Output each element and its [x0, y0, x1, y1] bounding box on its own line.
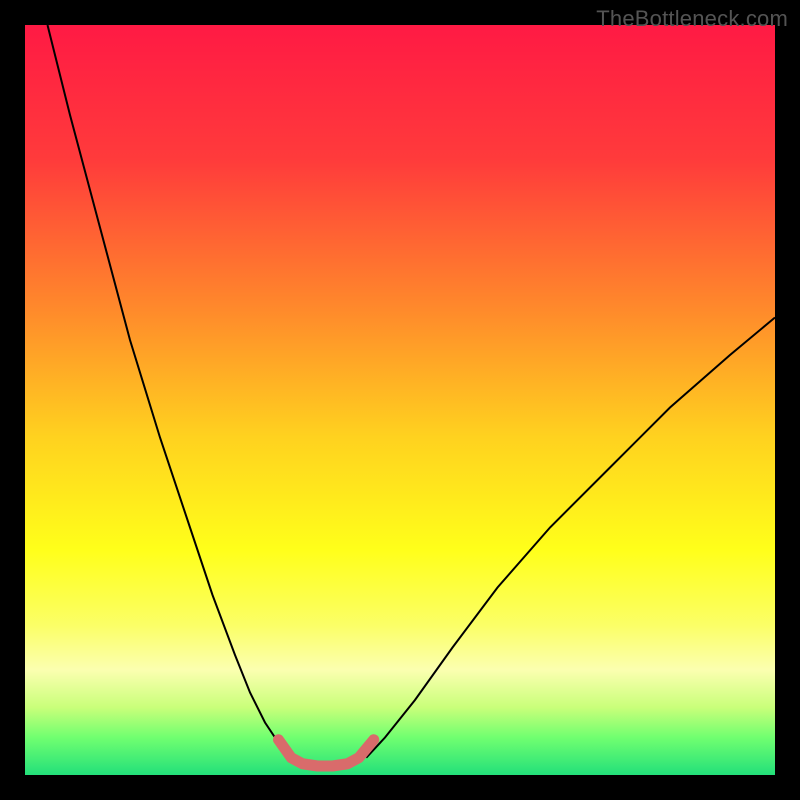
plot-area: [25, 25, 775, 775]
watermark-label: TheBottleneck.com: [596, 6, 788, 32]
gradient-background: [25, 25, 775, 775]
plot-svg: [25, 25, 775, 775]
chart-frame: TheBottleneck.com: [0, 0, 800, 800]
